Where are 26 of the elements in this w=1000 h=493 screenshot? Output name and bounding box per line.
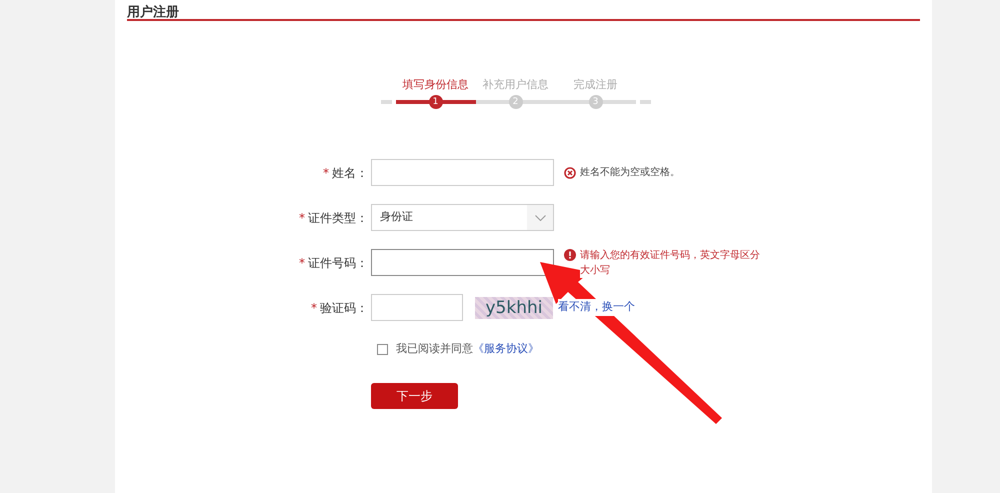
next-button[interactable]: 下一步 [371, 382, 458, 408]
page-title: 用户注册 [127, 0, 920, 21]
checkbox[interactable] [377, 344, 388, 355]
required-mark: * [299, 210, 305, 224]
field-label: 证件类型： [308, 210, 368, 224]
step-number: 1 [428, 95, 442, 109]
captcha-image[interactable]: y5khhi [475, 296, 553, 318]
step-label: 填写身份信息 [402, 77, 470, 93]
input-field[interactable] [371, 249, 554, 276]
captcha-field[interactable] [371, 294, 463, 321]
field-label: 姓名： [332, 166, 368, 180]
field-label: 证件号码： [308, 256, 368, 270]
agreement-text: 我已阅读并同意 [396, 342, 473, 355]
error-icon [564, 166, 576, 178]
select-field[interactable]: 身份证 [371, 204, 554, 231]
field-label: 验证码： [320, 300, 368, 314]
chevron-down-icon [534, 214, 546, 220]
refresh-link[interactable]: 看不清，换一个 [558, 299, 635, 316]
step-label: 补充用户信息 [482, 77, 550, 93]
input-field[interactable] [371, 159, 554, 186]
step-label: 完成注册 [572, 77, 618, 93]
agreement-link[interactable]: 《服务协议》 [473, 342, 539, 355]
required-mark: * [299, 256, 305, 270]
warning-icon [564, 248, 576, 260]
required-mark: * [323, 166, 329, 180]
required-mark: * [311, 300, 317, 314]
